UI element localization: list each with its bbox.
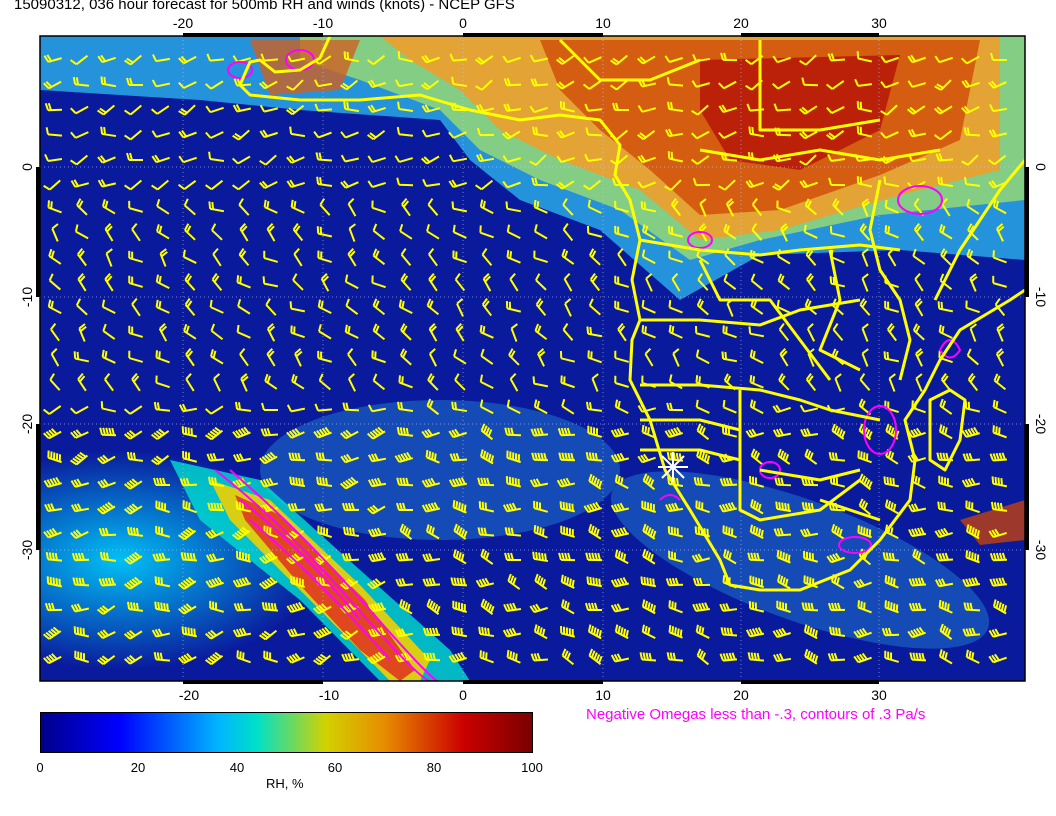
lat-label: -20	[1033, 414, 1049, 434]
lon-label: 20	[733, 687, 749, 703]
colorbar-label: RH, %	[266, 776, 304, 791]
lon-label: -20	[173, 15, 193, 31]
colorbar-tick: 0	[36, 760, 44, 775]
colorbar-tick: 100	[521, 760, 543, 775]
lon-labels-top: -20 -10 0 10 20 30	[173, 15, 887, 31]
lon-label: -20	[179, 687, 199, 703]
star-marker	[658, 452, 688, 482]
omega-note: Negative Omegas less than -.3, contours …	[586, 706, 926, 723]
lon-labels-bottom: -20 -10 0 10 20 30	[179, 687, 887, 703]
lon-label: 0	[459, 687, 467, 703]
lon-label: 10	[595, 687, 611, 703]
lat-label: 0	[19, 163, 35, 171]
lat-label: 0	[1033, 163, 1049, 171]
map-frame: -20 -10 0 10 20 30 -20 -10 0 10 20 30 0 …	[19, 15, 1049, 703]
lon-label: -10	[313, 15, 333, 31]
lat-label: -10	[19, 287, 35, 307]
rh-field	[40, 36, 1025, 681]
lat-labels-right: 0 -10 -20 -30	[1033, 163, 1049, 560]
rh-colorbar	[40, 712, 533, 753]
lon-label: 0	[459, 15, 467, 31]
colorbar-tick: 60	[327, 760, 343, 775]
lat-label: -10	[1033, 287, 1049, 307]
lon-label: -10	[319, 687, 339, 703]
lon-label: 30	[871, 15, 887, 31]
lat-label: -30	[1033, 540, 1049, 560]
lat-label: -20	[19, 414, 35, 434]
lat-labels-left: 0 -10 -20 -30	[19, 163, 35, 560]
colorbar-tick: 20	[130, 760, 146, 775]
colorbar-tick: 40	[229, 760, 245, 775]
lon-label: 10	[595, 15, 611, 31]
lon-label: 30	[871, 687, 887, 703]
lon-label: 20	[733, 15, 749, 31]
lat-label: -30	[19, 540, 35, 560]
colorbar-tick: 80	[426, 760, 442, 775]
